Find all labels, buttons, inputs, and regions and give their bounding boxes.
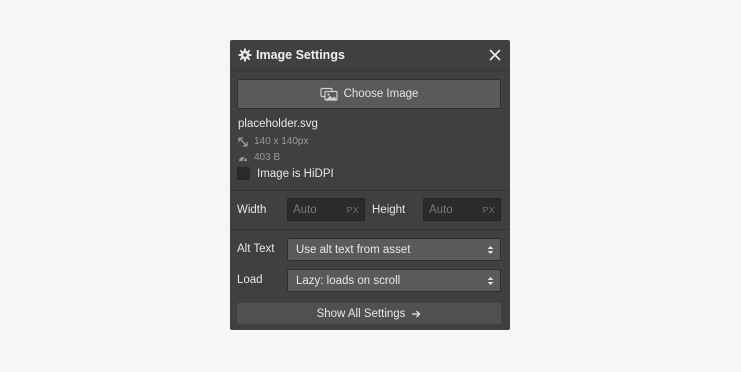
resize-icon: [238, 136, 248, 147]
select-arrows-icon: [487, 245, 494, 255]
hidpi-checkbox-row[interactable]: Image is HiDPI: [237, 167, 334, 180]
close-icon[interactable]: [488, 48, 502, 62]
alt-text-select[interactable]: Use alt text from asset: [287, 238, 501, 261]
width-placeholder: Auto: [293, 203, 317, 216]
divider: [230, 190, 510, 191]
file-size: 403 B: [238, 152, 280, 163]
alt-text-label: Alt Text: [237, 243, 275, 255]
divider: [230, 229, 510, 230]
height-placeholder: Auto: [429, 203, 453, 216]
load-label: Load: [237, 274, 263, 286]
gear-icon: [238, 48, 252, 62]
load-value: Lazy: loads on scroll: [296, 274, 401, 287]
gauge-icon: [238, 153, 248, 163]
show-all-settings-button[interactable]: Show All Settings: [237, 303, 501, 324]
panel-header: Image Settings: [230, 40, 510, 71]
hidpi-checkbox[interactable]: [237, 167, 250, 180]
show-all-settings-label: Show All Settings: [316, 307, 406, 320]
file-name: placeholder.svg: [238, 118, 318, 130]
file-size-text: 403 B: [254, 152, 281, 163]
load-select[interactable]: Lazy: loads on scroll: [287, 269, 501, 292]
width-unit: PX: [346, 204, 359, 215]
alt-text-value: Use alt text from asset: [296, 243, 411, 256]
image-icon: [319, 87, 338, 101]
width-label: Width: [237, 204, 267, 216]
width-input[interactable]: Auto PX: [287, 198, 365, 221]
select-arrows-icon: [487, 276, 494, 286]
image-settings-panel: Image Settings Choose Image placeholder.…: [230, 40, 510, 330]
choose-image-button[interactable]: Choose Image: [237, 79, 501, 109]
file-dimensions-text: 140 x 140px: [254, 136, 309, 147]
height-input[interactable]: Auto PX: [423, 198, 501, 221]
choose-image-label: Choose Image: [343, 88, 419, 100]
arrow-right-icon: [411, 309, 421, 319]
height-unit: PX: [482, 204, 495, 215]
panel-title: Image Settings: [256, 48, 345, 62]
file-dimensions: 140 x 140px: [238, 136, 309, 147]
height-label: Height: [372, 204, 406, 216]
hidpi-label: Image is HiDPI: [257, 167, 334, 180]
